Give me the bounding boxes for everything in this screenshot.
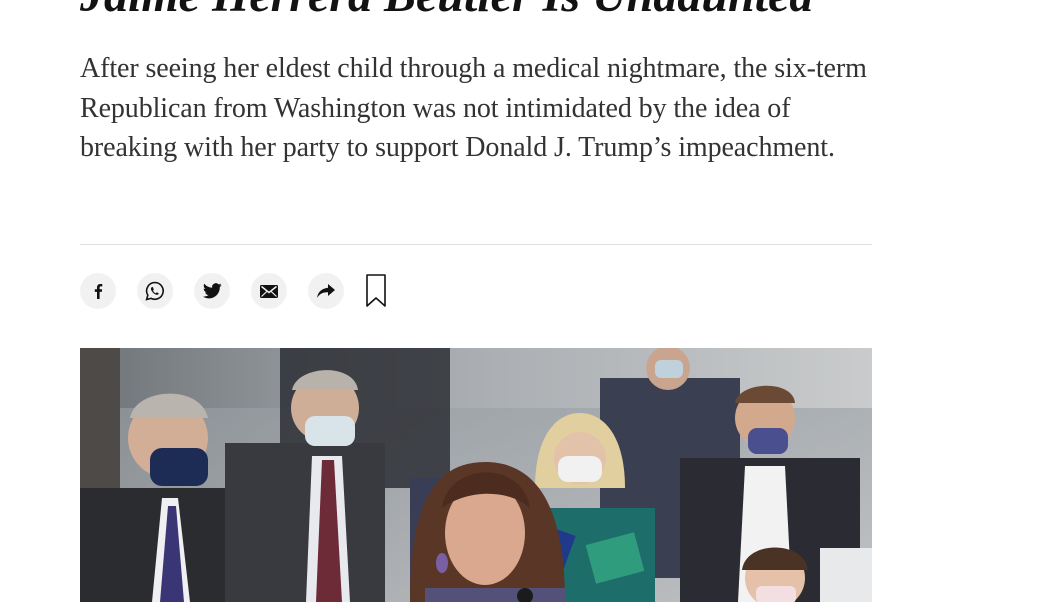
whatsapp-share-button[interactable]	[137, 273, 173, 309]
bookmark-icon	[366, 274, 386, 307]
whatsapp-icon	[145, 281, 164, 301]
save-article-button[interactable]	[364, 273, 388, 309]
twitter-icon	[202, 283, 222, 299]
facebook-share-button[interactable]	[80, 273, 116, 309]
more-share-button[interactable]	[308, 273, 344, 309]
lead-photo-image	[80, 348, 872, 602]
article-summary: After seeing her eldest child through a …	[80, 53, 867, 163]
share-arrow-icon	[317, 283, 335, 298]
email-icon	[260, 284, 278, 298]
divider	[80, 244, 872, 245]
email-share-button[interactable]	[251, 273, 287, 309]
facebook-icon	[94, 284, 103, 299]
lead-photo	[80, 348, 872, 602]
twitter-share-button[interactable]	[194, 273, 230, 309]
article-headline: Jaime Herrera Beutler Is Undaunted	[80, 0, 813, 20]
